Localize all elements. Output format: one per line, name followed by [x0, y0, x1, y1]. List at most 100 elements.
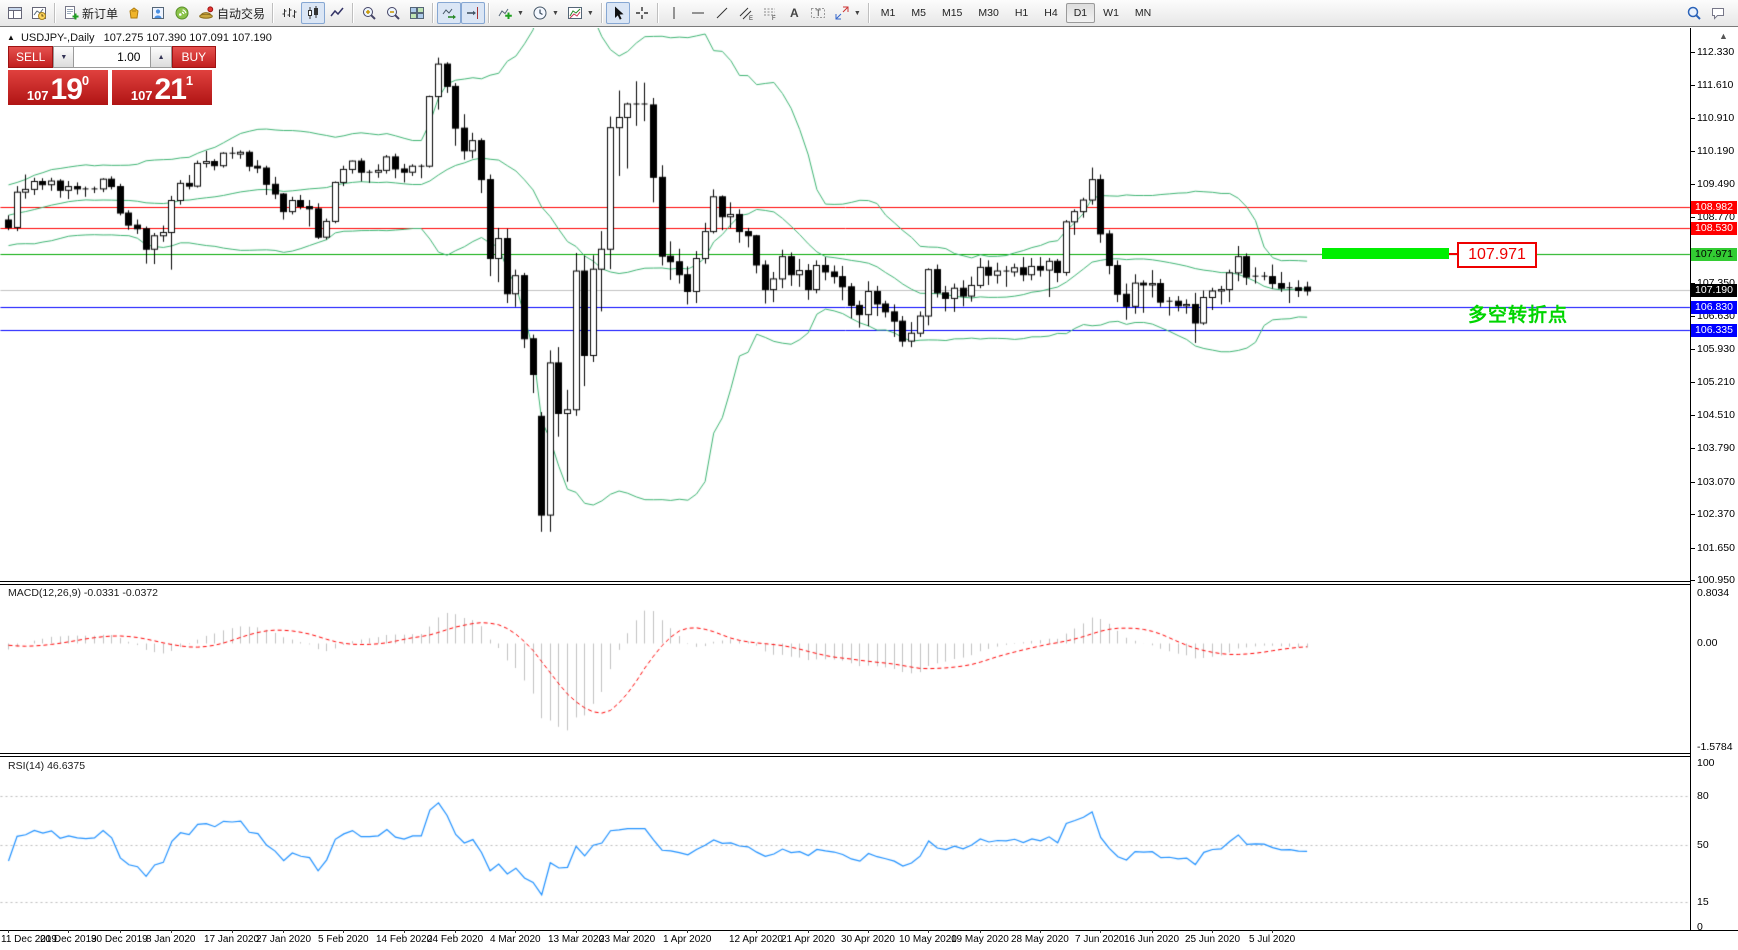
volume-decrease-button[interactable]: ▼ — [53, 46, 74, 68]
date-tick-mark — [1152, 930, 1153, 933]
date-tick-mark — [283, 930, 284, 933]
price-tick-mark — [1691, 217, 1695, 218]
volume-increase-button[interactable]: ▲ — [150, 46, 171, 68]
auto-scroll-button[interactable] — [437, 2, 461, 24]
price-tick-mark — [1691, 382, 1695, 383]
text-icon: A — [786, 5, 802, 21]
arrows-icon — [834, 5, 850, 21]
date-label: 5 Feb 2020 — [318, 934, 369, 945]
data-window-button[interactable] — [146, 2, 170, 24]
chart-shift-icon — [465, 5, 481, 21]
sell-button[interactable]: SELL — [8, 46, 53, 68]
price-tick-mark — [1691, 184, 1695, 185]
one-click-toggle-icon[interactable]: ▲ — [7, 33, 15, 42]
date-label: 8 Jan 2020 — [146, 934, 196, 945]
auto-scroll-icon — [441, 5, 457, 21]
timeframe-m30-button[interactable]: M30 — [970, 3, 1006, 23]
volume-input[interactable] — [74, 46, 150, 68]
buy-price-panel[interactable]: 107 21 1 — [112, 70, 212, 105]
zoom-in-button[interactable] — [357, 2, 381, 24]
one-click-trading-panel: SELL ▼ ▲ BUY 107 19 0 107 21 1 — [8, 46, 216, 105]
timeframe-m5-button[interactable]: M5 — [903, 3, 934, 23]
scroll-up-icon[interactable]: ▲ — [1719, 31, 1728, 41]
pane-separator[interactable] — [0, 581, 1691, 582]
resistance-zone-rectangle[interactable] — [1322, 248, 1449, 259]
fibonacci-icon: F — [762, 5, 778, 21]
macd-pane-canvas[interactable] — [0, 585, 1691, 752]
new-order-button[interactable]: 新订单 — [59, 2, 122, 24]
sell-price-panel[interactable]: 107 19 0 — [8, 70, 108, 105]
price-line-label: 106.335 — [1691, 324, 1737, 337]
time-axis[interactable]: 11 Dec 201920 Dec 201930 Dec 20198 Jan 2… — [0, 930, 1738, 950]
rsi-axis-label: 50 — [1697, 839, 1738, 851]
date-tick-mark — [8, 930, 9, 933]
date-tick-mark — [171, 930, 172, 933]
horizontal-line-icon — [690, 5, 706, 21]
zoom-out-button[interactable] — [381, 2, 405, 24]
news-button[interactable] — [170, 2, 194, 24]
toolbar-separator — [272, 3, 274, 23]
pane-separator[interactable] — [0, 756, 1691, 757]
timeframe-d1-button[interactable]: D1 — [1066, 3, 1095, 23]
cursor-button[interactable] — [606, 2, 630, 24]
timeframe-m15-button[interactable]: M15 — [934, 3, 970, 23]
profiles-button[interactable] — [27, 2, 51, 24]
rsi-axis-label: 15 — [1697, 896, 1738, 908]
buy-price-point: 1 — [186, 68, 193, 94]
chevron-down-icon: ▼ — [552, 10, 559, 17]
buy-button[interactable]: BUY — [172, 46, 216, 68]
pane-separator[interactable] — [0, 753, 1691, 754]
date-label: 17 Jan 2020 — [204, 934, 259, 945]
chart-shift-button[interactable] — [461, 2, 485, 24]
pane-separator[interactable] — [0, 584, 1691, 585]
timeframe-m1-button[interactable]: M1 — [873, 3, 904, 23]
date-label: 27 Jan 2020 — [256, 934, 311, 945]
chart-annotation-text[interactable]: 多空转折点 — [1468, 300, 1568, 327]
price-tick-label: 109.490 — [1697, 178, 1738, 190]
date-tick-mark — [120, 930, 121, 933]
timeframe-h1-button[interactable]: H1 — [1007, 3, 1036, 23]
crosshair-button[interactable] — [630, 2, 654, 24]
fibonacci-button[interactable]: F — [758, 2, 782, 24]
channel-button[interactable]: E — [734, 2, 758, 24]
date-tick-mark — [627, 930, 628, 933]
search-button[interactable] — [1682, 2, 1706, 24]
tile-windows-button[interactable] — [405, 2, 429, 24]
periods-button[interactable]: ▼ — [528, 2, 563, 24]
price-chart-canvas[interactable] — [0, 28, 1691, 581]
date-tick-mark — [868, 930, 869, 933]
trendline-icon — [714, 5, 730, 21]
autotrading-button[interactable]: 自动交易 — [194, 2, 269, 24]
text-button[interactable]: A — [782, 2, 806, 24]
trendline-button[interactable] — [710, 2, 734, 24]
line-chart-button[interactable] — [325, 2, 349, 24]
timeframe-mn-button[interactable]: MN — [1127, 3, 1159, 23]
price-tick-mark — [1691, 514, 1695, 515]
vertical-line-icon — [666, 5, 682, 21]
indicators-button[interactable]: ▼ — [493, 2, 528, 24]
macd-axis-label: -1.5784 — [1697, 741, 1738, 753]
date-tick-mark — [1040, 930, 1041, 933]
vertical-line-button[interactable] — [662, 2, 686, 24]
date-tick-mark — [928, 930, 929, 933]
timeframe-w1-button[interactable]: W1 — [1095, 3, 1127, 23]
bar-chart-button[interactable] — [277, 2, 301, 24]
arrows-button[interactable]: ▼ — [830, 2, 865, 24]
chat-button[interactable] — [1706, 2, 1730, 24]
templates-button[interactable]: ▼ — [563, 2, 598, 24]
market-watch-button[interactable] — [122, 2, 146, 24]
toolbar-separator — [352, 3, 354, 23]
chart-window-button[interactable] — [3, 2, 27, 24]
text-label-button[interactable]: T — [806, 2, 830, 24]
candlestick-button[interactable] — [301, 2, 325, 24]
date-tick-mark — [343, 930, 344, 933]
date-label: 7 Jun 2020 — [1075, 934, 1125, 945]
price-tick-label: 103.070 — [1697, 476, 1738, 488]
price-tick-label: 101.650 — [1697, 542, 1738, 554]
rsi-pane-canvas[interactable] — [0, 757, 1691, 929]
market-watch-icon — [126, 5, 142, 21]
timeframe-h4-button[interactable]: H4 — [1036, 3, 1065, 23]
price-callout-label[interactable]: 107.971 — [1457, 242, 1537, 268]
date-tick-mark — [1272, 930, 1273, 933]
horizontal-line-button[interactable] — [686, 2, 710, 24]
